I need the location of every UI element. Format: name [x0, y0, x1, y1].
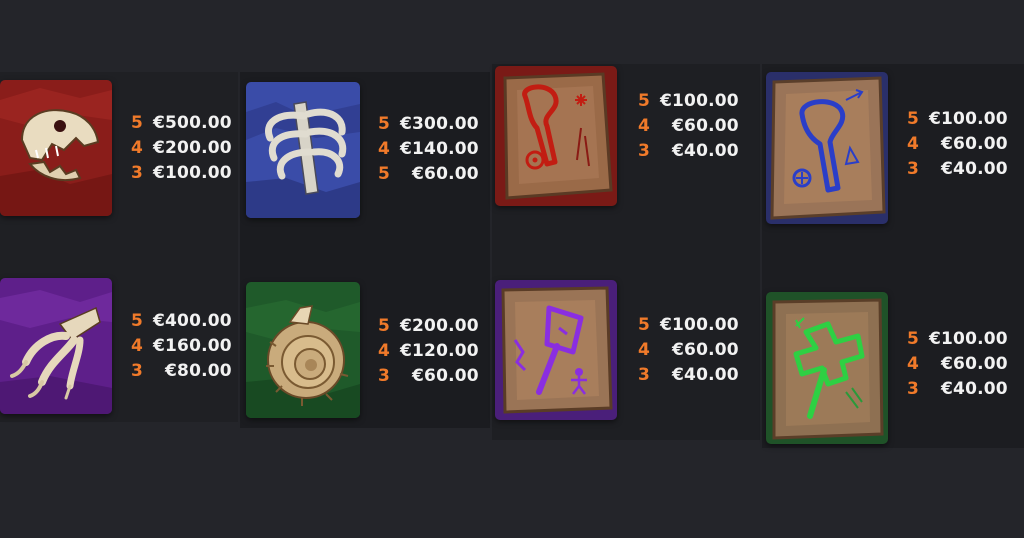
paytable-symbol-3: 5 €100.00 4 €60.00 3 €40.00	[907, 108, 1008, 180]
pay-count: 4	[638, 340, 650, 360]
pay-value: €60.00	[941, 134, 1008, 154]
pay-value: €60.00	[672, 340, 739, 360]
pay-value: €40.00	[672, 141, 739, 161]
pay-value: €60.00	[672, 116, 739, 136]
paytable-symbol-6: 5 €100.00 4 €60.00 3 €40.00	[638, 314, 739, 386]
pay-count: 4	[638, 116, 650, 136]
claw-icon	[0, 278, 112, 414]
pay-value: €100.00	[153, 163, 232, 183]
paytable-symbol-1: 5 €300.00 4 €140.00 5 €60.00	[378, 113, 479, 185]
pay-value: €60.00	[941, 354, 1008, 374]
pay-count: 3	[907, 379, 919, 399]
ammonite-icon	[246, 282, 360, 418]
pay-value: €100.00	[929, 109, 1008, 129]
pay-value: €200.00	[400, 316, 479, 336]
pay-value: €140.00	[400, 139, 479, 159]
pay-count: 4	[131, 336, 143, 356]
t-rex-skull-icon	[0, 80, 112, 216]
pay-count: 4	[378, 139, 390, 159]
pay-count: 3	[131, 163, 143, 183]
pay-value: €80.00	[165, 361, 232, 381]
pay-value: €200.00	[153, 138, 232, 158]
red-rune-stone-icon	[495, 66, 617, 206]
pay-value: €400.00	[153, 311, 232, 331]
pay-count: 4	[378, 341, 390, 361]
paytable-symbol-5: 5 €200.00 4 €120.00 3 €60.00	[378, 315, 479, 387]
paytable-symbol-0: 5 €500.00 4 €200.00 3 €100.00	[131, 112, 232, 184]
paytable-symbol-4: 5 €400.00 4 €160.00 3 €80.00	[131, 310, 232, 382]
pay-value: €300.00	[400, 114, 479, 134]
pay-count: 5	[378, 164, 390, 184]
pay-count: 5	[638, 91, 650, 111]
pay-value: €100.00	[660, 91, 739, 111]
paytable-symbol-7: 5 €100.00 4 €60.00 3 €40.00	[907, 328, 1008, 400]
pay-count: 5	[131, 113, 143, 133]
ribcage-icon	[246, 82, 360, 218]
pay-count: 5	[638, 315, 650, 335]
pay-count: 3	[638, 141, 650, 161]
pay-value: €100.00	[660, 315, 739, 335]
pay-value: €60.00	[412, 164, 479, 184]
green-rune-stone-icon	[766, 292, 888, 444]
pay-count: 3	[907, 159, 919, 179]
pay-value: €40.00	[941, 159, 1008, 179]
pay-count: 4	[131, 138, 143, 158]
pay-count: 4	[907, 134, 919, 154]
pay-count: 5	[378, 114, 390, 134]
pay-count: 5	[907, 329, 919, 349]
blue-rune-stone-icon	[766, 72, 888, 224]
pay-value: €60.00	[412, 366, 479, 386]
pay-count: 5	[131, 311, 143, 331]
pay-value: €120.00	[400, 341, 479, 361]
pay-value: €40.00	[672, 365, 739, 385]
pay-value: €100.00	[929, 329, 1008, 349]
pay-value: €160.00	[153, 336, 232, 356]
pay-value: €40.00	[941, 379, 1008, 399]
pay-count: 3	[638, 365, 650, 385]
pay-count: 5	[378, 316, 390, 336]
pay-count: 3	[378, 366, 390, 386]
purple-rune-stone-icon	[495, 280, 617, 420]
paytable-symbol-2: 5 €100.00 4 €60.00 3 €40.00	[638, 90, 739, 162]
pay-count: 4	[907, 354, 919, 374]
pay-count: 3	[131, 361, 143, 381]
pay-count: 5	[907, 109, 919, 129]
pay-value: €500.00	[153, 113, 232, 133]
